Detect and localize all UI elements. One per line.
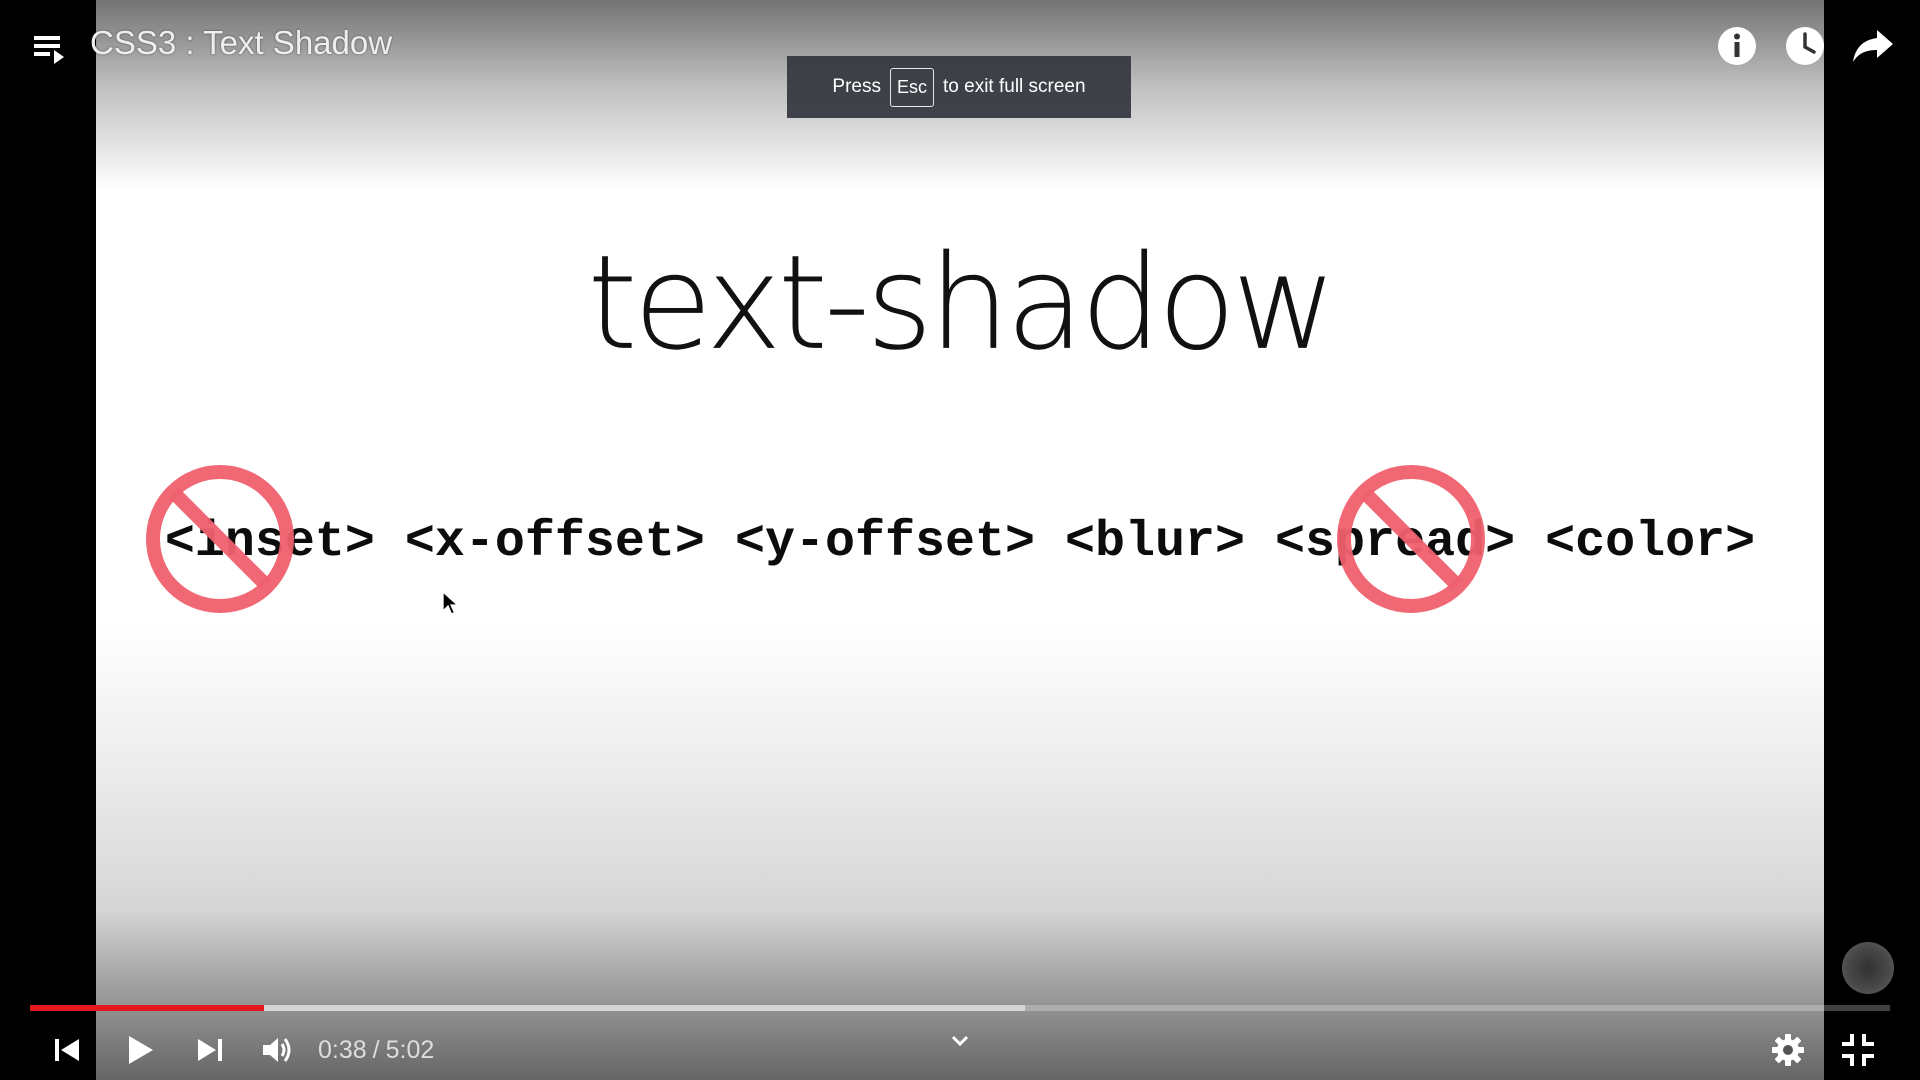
next-icon[interactable] (190, 1030, 230, 1070)
progress-bar[interactable] (30, 1005, 1890, 1011)
video-title[interactable]: CSS3 : Text Shadow (90, 24, 392, 62)
syntax-token-y-offset: <y-offset> (734, 514, 1036, 571)
current-time: 0:38 (318, 1036, 367, 1064)
play-icon[interactable] (120, 1030, 160, 1070)
control-bar: 0:38/5:02 (0, 1020, 1920, 1080)
exit-fullscreen-toast: Press Esc to exit full screen (787, 56, 1131, 118)
watch-later-icon[interactable] (1783, 24, 1827, 68)
time-separator: / (372, 1036, 380, 1064)
settings-icon[interactable] (1768, 1030, 1808, 1070)
syntax-row: <inset> <x-offset> <y-offset> <blur> <sp… (96, 515, 1824, 571)
chevron-down-icon[interactable] (947, 1028, 973, 1054)
share-icon[interactable] (1851, 24, 1895, 68)
channel-watermark[interactable] (1842, 942, 1894, 994)
syntax-token-x-offset: <x-offset> (404, 514, 705, 571)
duration: 5:02 (385, 1036, 435, 1064)
video-player[interactable]: text-shadow <inset> <x-offset> <y-offset… (0, 0, 1920, 1080)
previous-icon[interactable] (47, 1030, 87, 1070)
info-icon[interactable] (1715, 24, 1759, 68)
progress-played (30, 1005, 265, 1011)
slide-heading: text-shadow (587, 227, 1336, 380)
syntax-token-spread: <spread> (1275, 514, 1516, 571)
syntax-token-inset: <inset> (164, 514, 375, 571)
mouse-cursor-icon (442, 591, 460, 615)
toast-prefix: Press (832, 76, 881, 97)
syntax-token-blur: <blur> (1065, 514, 1246, 571)
toast-suffix: to exit full screen (943, 76, 1086, 97)
volume-icon[interactable] (258, 1030, 298, 1070)
syntax-token-color: <color> (1545, 514, 1756, 571)
exit-fullscreen-icon[interactable] (1838, 1030, 1878, 1070)
time-display: 0:38/5:02 (318, 1036, 434, 1065)
playlist-icon[interactable] (30, 28, 70, 68)
esc-key-badge: Esc (889, 67, 934, 107)
